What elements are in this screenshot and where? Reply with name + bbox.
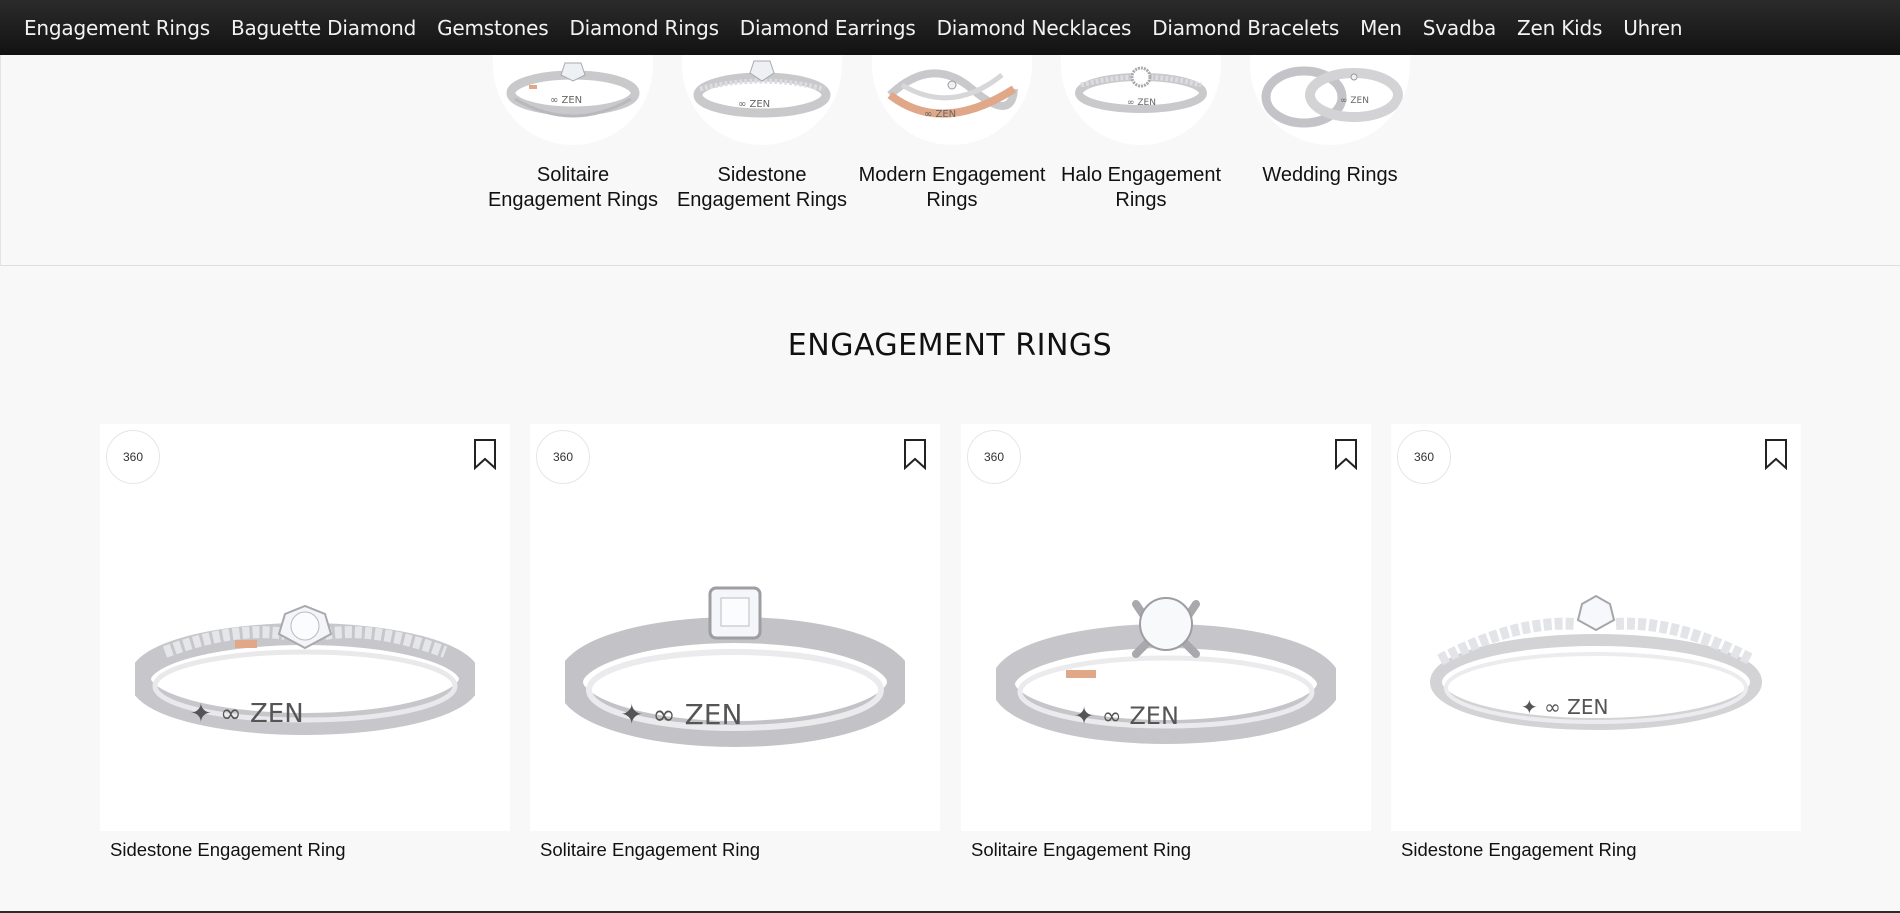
svg-text:∞ ZEN: ∞ ZEN — [1340, 96, 1369, 106]
category-label: Halo Engagement Rings — [1060, 164, 1222, 211]
nav-gemstones[interactable]: Gemstones — [437, 16, 549, 40]
category-thumbnail: ∞ ZEN — [1061, 55, 1221, 145]
360-label: 360 — [552, 450, 574, 464]
nav-svadba[interactable]: Svadba — [1423, 16, 1496, 40]
bookmark-icon[interactable] — [1763, 438, 1789, 470]
360-view-icon[interactable]: 360 — [967, 430, 1021, 484]
bookmark-icon[interactable] — [1333, 438, 1359, 470]
svg-text:✦ ∞ ZEN: ✦ ∞ ZEN — [1074, 702, 1179, 730]
ring-image: ✦ ∞ ZEN — [565, 586, 905, 747]
nav-men[interactable]: Men — [1360, 16, 1402, 40]
360-label: 360 — [1413, 450, 1435, 464]
360-view-icon[interactable]: 360 — [106, 430, 160, 484]
svg-text:✦ ∞ ZEN: ✦ ∞ ZEN — [620, 698, 742, 731]
product-card[interactable]: 360 ✦ ∞ ZEN Solitaire Engagement Ring — [530, 424, 940, 861]
product-card[interactable]: 360 ✦ ∞ ZEN Sidestone Engagement Ring — [100, 424, 510, 861]
nav-zen-kids[interactable]: Zen Kids — [1517, 16, 1602, 40]
category-label: Wedding Rings — [1262, 164, 1398, 186]
360-view-icon[interactable]: 360 — [536, 430, 590, 484]
category-thumbnail: ∞ ZEN — [493, 55, 653, 145]
category-thumbnail: ∞ ZEN — [1250, 55, 1410, 145]
bookmark-icon[interactable] — [472, 438, 498, 470]
ring-image: ✦ ∞ ZEN — [135, 604, 475, 735]
category-modern[interactable]: ∞ ZEN Modern Engagement Rings — [857, 55, 1047, 213]
product-name[interactable]: Solitaire Engagement Ring — [530, 839, 940, 861]
category-thumbnail: ∞ ZEN — [872, 55, 1032, 145]
360-view-icon[interactable]: 360 — [1397, 430, 1451, 484]
nav-diamond-necklaces[interactable]: Diamond Necklaces — [937, 16, 1132, 40]
nav-engagement-rings[interactable]: Engagement Rings — [24, 16, 210, 40]
360-label: 360 — [122, 450, 144, 464]
category-strip: ∞ ZEN Solitaire Engagement Rings ∞ ZEN S… — [0, 55, 1900, 266]
product-image[interactable]: 360 ✦ ∞ ZEN — [1391, 424, 1801, 831]
top-navigation: Engagement Rings Baguette Diamond Gemsto… — [0, 0, 1900, 55]
svg-text:✦ ∞ ZEN: ✦ ∞ ZEN — [1521, 695, 1608, 719]
category-label: Solitaire Engagement Rings — [487, 164, 659, 211]
product-image[interactable]: 360 ✦ ∞ ZEN — [100, 424, 510, 831]
svg-text:∞ ZEN: ∞ ZEN — [924, 109, 956, 120]
ring-image: ✦ ∞ ZEN — [1430, 594, 1762, 730]
category-label: Sidestone Engagement Rings — [676, 164, 848, 211]
category-thumbnail: ∞ ZEN — [682, 55, 842, 145]
product-image[interactable]: 360 ✦ ∞ ZEN — [530, 424, 940, 831]
ring-image: ✦ ∞ ZEN — [996, 597, 1336, 744]
product-name[interactable]: Solitaire Engagement Ring — [961, 839, 1371, 861]
product-card[interactable]: 360 ✦ ∞ ZEN Solitaire Engagement Ring — [961, 424, 1371, 861]
nav-diamond-rings[interactable]: Diamond Rings — [569, 16, 719, 40]
product-image[interactable]: 360 ✦ ∞ ZEN — [961, 424, 1371, 831]
bookmark-icon[interactable] — [902, 438, 928, 470]
product-name[interactable]: Sidestone Engagement Ring — [100, 839, 510, 861]
category-halo[interactable]: ∞ ZEN Halo Engagement Rings — [1046, 55, 1236, 213]
product-name[interactable]: Sidestone Engagement Ring — [1391, 839, 1801, 861]
svg-text:∞ ZEN: ∞ ZEN — [550, 95, 582, 106]
nav-diamond-bracelets[interactable]: Diamond Bracelets — [1152, 16, 1339, 40]
nav-uhren[interactable]: Uhren — [1623, 16, 1682, 40]
category-sidestone[interactable]: ∞ ZEN Sidestone Engagement Rings — [667, 55, 857, 213]
svg-text:∞ ZEN: ∞ ZEN — [1127, 98, 1156, 108]
category-solitaire[interactable]: ∞ ZEN Solitaire Engagement Rings — [478, 55, 668, 213]
category-label: Modern Engagement Rings — [858, 164, 1046, 211]
category-wedding[interactable]: ∞ ZEN Wedding Rings — [1235, 55, 1425, 188]
nav-diamond-earrings[interactable]: Diamond Earrings — [740, 16, 916, 40]
svg-text:✦ ∞ ZEN: ✦ ∞ ZEN — [190, 699, 304, 729]
svg-text:∞ ZEN: ∞ ZEN — [738, 99, 770, 110]
product-card[interactable]: 360 ✦ ∞ ZEN Sidestone Engagement Ring — [1391, 424, 1801, 861]
nav-baguette-diamond[interactable]: Baguette Diamond — [231, 16, 416, 40]
360-label: 360 — [983, 450, 1005, 464]
section-title: ENGAGEMENT RINGS — [787, 328, 1113, 363]
